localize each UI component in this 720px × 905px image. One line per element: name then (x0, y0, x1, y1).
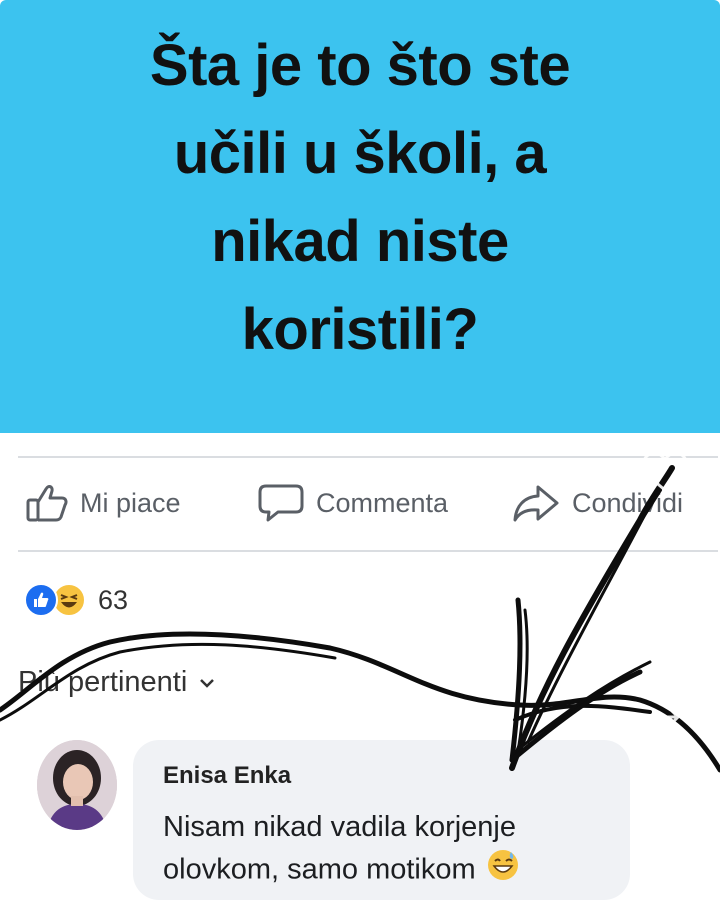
avatar[interactable] (37, 740, 117, 830)
ig-send-icon[interactable] (640, 840, 686, 887)
like-label: Mi piace (80, 487, 181, 518)
post-line-2: učili u školi, a (173, 120, 547, 186)
post-question: Šta je to što ste učili u školi, a nikad… (149, 22, 571, 374)
reaction-count: 63 (98, 584, 129, 615)
divider-top (18, 456, 718, 458)
like-reaction-icon (24, 583, 58, 617)
ig-comment-count: 3 (662, 650, 674, 671)
chevron-down-icon (200, 678, 215, 688)
divider-bottom (18, 550, 718, 552)
comment-label: Commenta (316, 487, 449, 518)
reactions-summary[interactable]: 63 (24, 582, 128, 618)
post-line-4: koristili? (241, 296, 479, 362)
grinning-sweat-emoji-icon (486, 848, 520, 894)
comment-button[interactable]: Commenta (258, 481, 448, 525)
comment-bubble: Enisa Enka Nisam nikad vadila korjenje o… (133, 740, 630, 900)
post-line-1: Šta je to što ste (149, 32, 571, 98)
post-card: Šta je to što ste učili u školi, a nikad… (0, 0, 720, 433)
comment-author[interactable]: Enisa Enka (163, 762, 291, 790)
comment-sort-dropdown[interactable]: Più pertinenti (18, 666, 215, 699)
post-line-3: nikad niste (211, 208, 509, 274)
ig-heart-icon[interactable] (640, 450, 690, 499)
sort-label: Più pertinenti (18, 666, 188, 698)
comment-text-line-2-text: olovkom, samo motikom (163, 853, 476, 886)
share-arrow-icon (513, 485, 559, 522)
comment-text-line-2: olovkom, samo motikom (163, 848, 603, 894)
ig-repost-icon[interactable] (640, 708, 688, 759)
thumbs-up-icon (26, 485, 68, 522)
ig-comment-icon[interactable] (640, 580, 686, 631)
like-button[interactable]: Mi piace (26, 481, 181, 525)
comment-text-line-1: Nisam nikad vadila korjenje (163, 811, 516, 843)
comment-text: Nisam nikad vadila korjenje olovkom, sam… (163, 806, 603, 894)
comment-bubble-icon (258, 484, 304, 522)
ig-like-count: 1.081 (644, 516, 692, 537)
ig-repost-count: 21 (657, 780, 679, 801)
